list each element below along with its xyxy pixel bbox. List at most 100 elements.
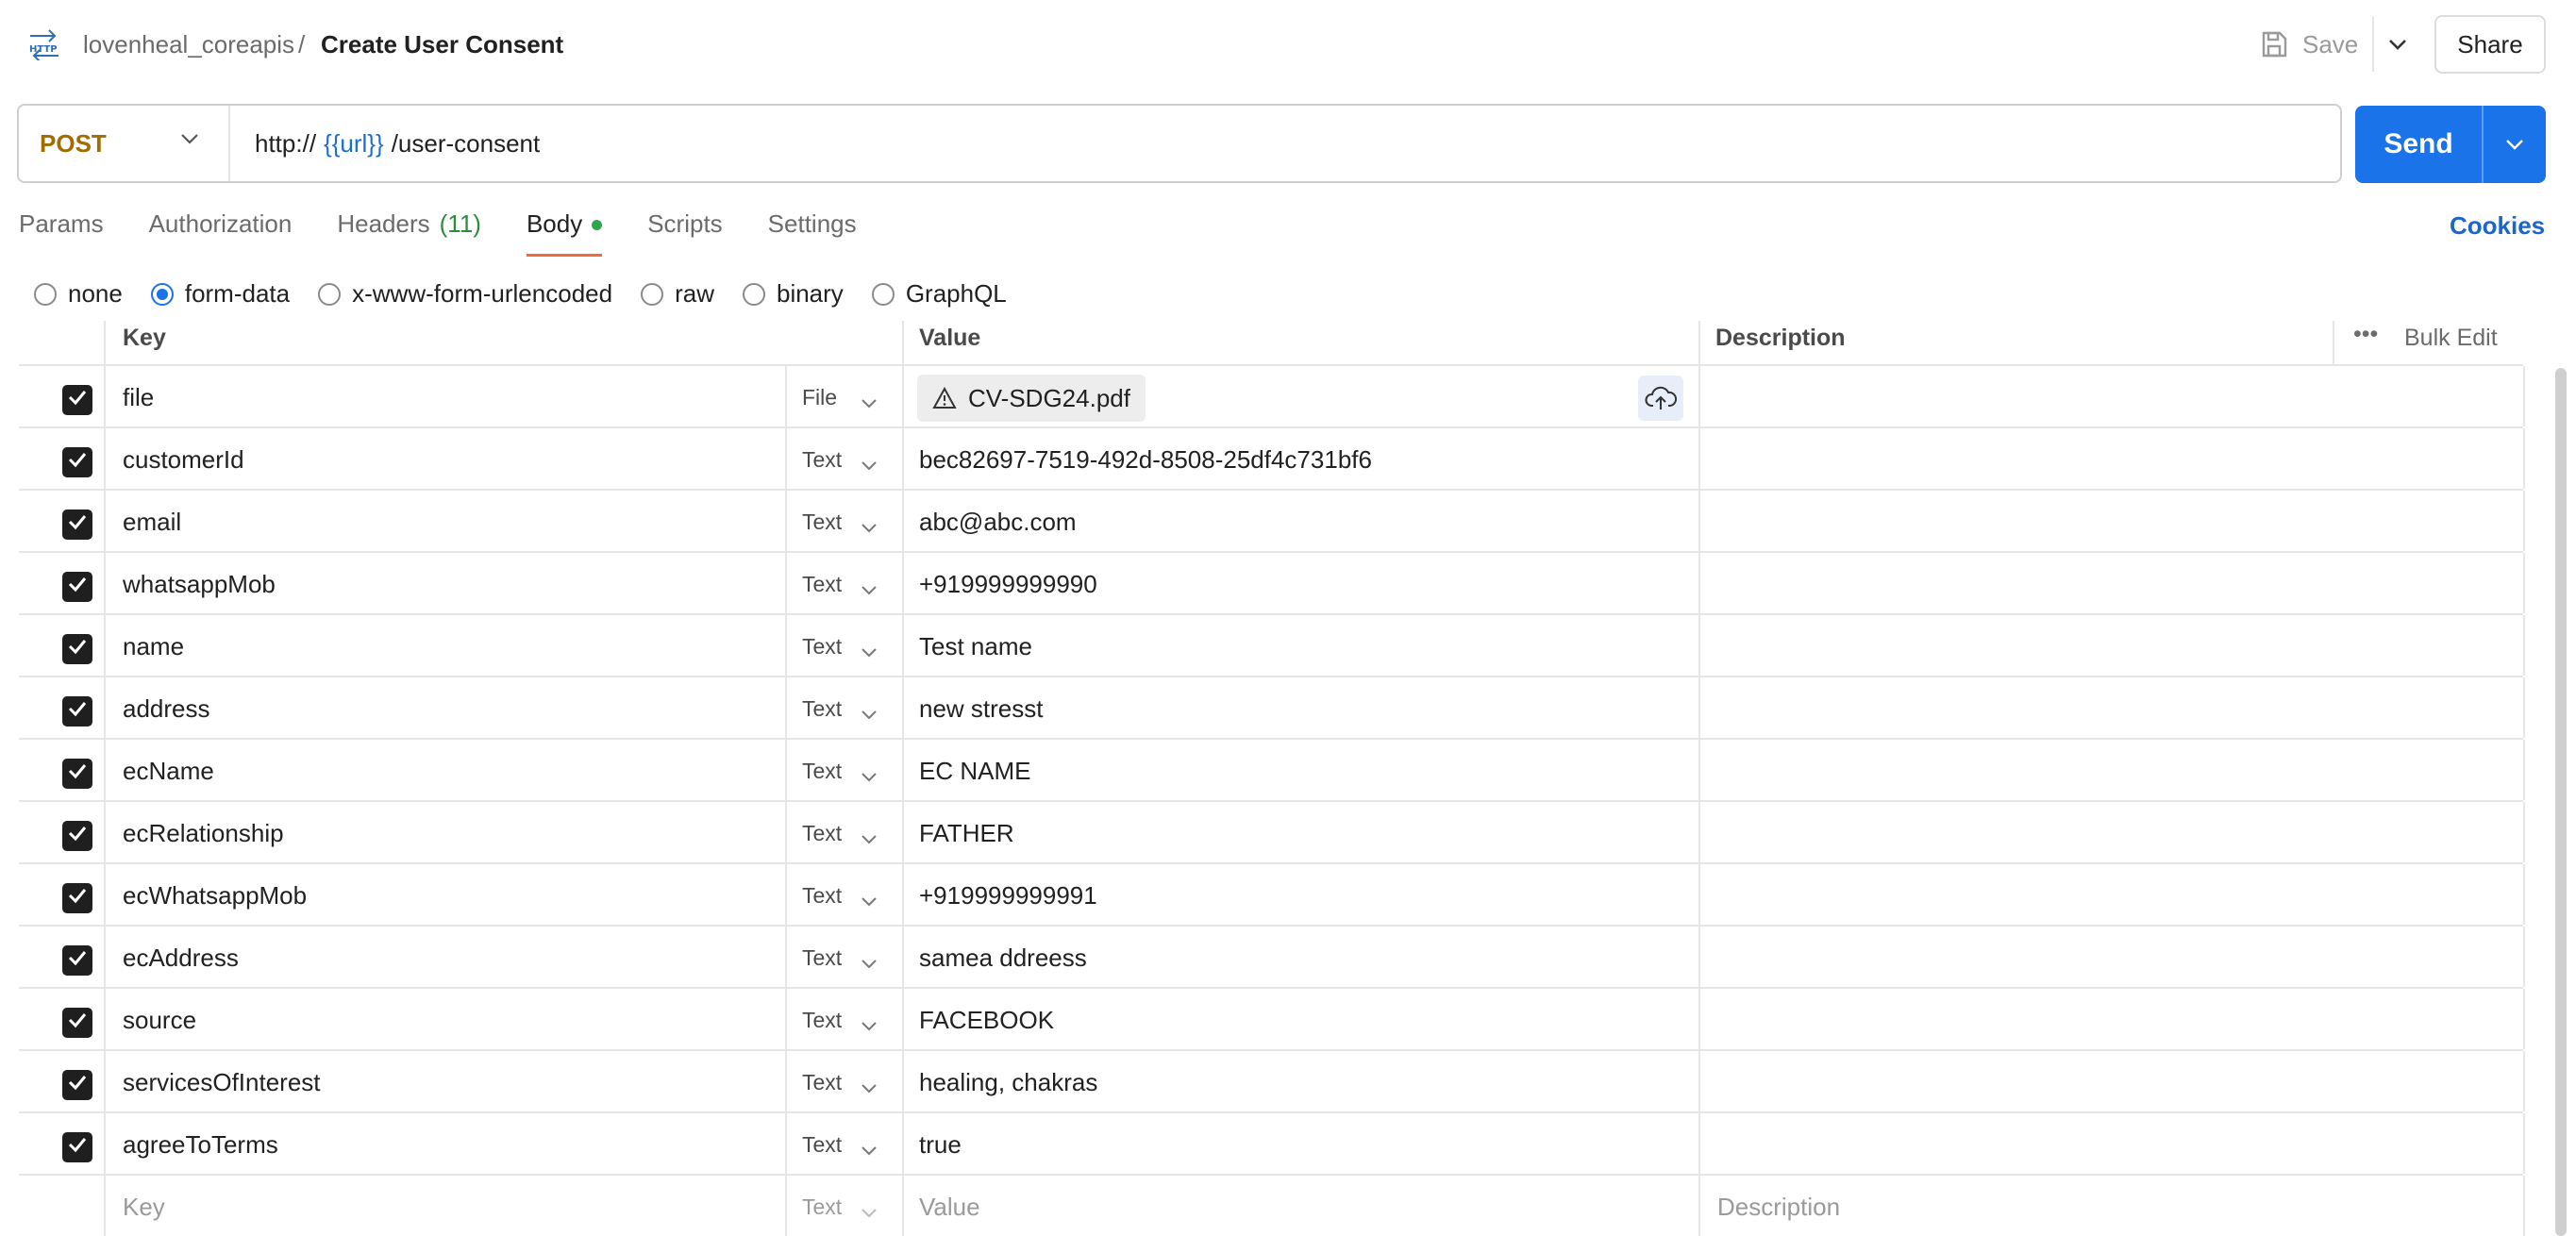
type-select[interactable]: Text xyxy=(802,572,842,597)
share-button[interactable]: Share xyxy=(2434,15,2546,74)
key-cell[interactable]: address xyxy=(123,694,210,724)
radio-circle[interactable] xyxy=(871,282,895,306)
send-options-button[interactable] xyxy=(2484,106,2546,183)
row-checkbox[interactable] xyxy=(62,883,92,913)
tab-body[interactable]: Body xyxy=(526,209,603,257)
row-checkbox[interactable] xyxy=(62,1008,92,1038)
upload-file-button[interactable] xyxy=(1638,376,1683,421)
value-cell[interactable]: true xyxy=(919,1130,962,1160)
key-cell[interactable]: customerId xyxy=(123,445,244,475)
type-select[interactable]: File xyxy=(802,385,837,410)
tab-scripts[interactable]: Scripts xyxy=(647,209,722,257)
tab-headers[interactable]: Headers (11) xyxy=(337,209,481,257)
scrollbar-thumb[interactable] xyxy=(2555,368,2567,1236)
row-checkbox[interactable] xyxy=(62,759,92,789)
type-select[interactable]: Text xyxy=(802,1070,842,1095)
chevron-down-icon[interactable] xyxy=(861,1072,878,1101)
more-options-icon[interactable]: ••• xyxy=(2353,321,2378,348)
key-cell[interactable]: ecWhatsappMob xyxy=(123,881,307,910)
method-select[interactable]: POST xyxy=(19,106,230,181)
type-select[interactable]: Text xyxy=(802,447,842,473)
chevron-down-icon[interactable] xyxy=(861,698,878,727)
type-select[interactable]: Text xyxy=(802,634,842,660)
chevron-down-icon[interactable] xyxy=(861,387,878,416)
chevron-down-icon[interactable] xyxy=(861,511,878,541)
url-variable[interactable]: {{url}} xyxy=(324,129,384,159)
key-cell[interactable]: source xyxy=(123,1006,196,1035)
chevron-down-icon[interactable] xyxy=(861,760,878,790)
key-cell[interactable]: whatsappMob xyxy=(123,570,276,599)
value-cell[interactable]: healing, chakras xyxy=(919,1068,1097,1097)
bulk-edit-button[interactable]: Bulk Edit xyxy=(2404,325,2498,352)
save-button[interactable]: Save xyxy=(2259,25,2358,64)
description-input[interactable]: Description xyxy=(1717,1193,1840,1222)
save-options-button[interactable] xyxy=(2382,26,2414,62)
radio-none[interactable]: none xyxy=(34,279,123,309)
row-checkbox[interactable] xyxy=(62,572,92,602)
radio-graphql[interactable]: GraphQL xyxy=(871,279,1007,309)
type-select[interactable]: Text xyxy=(802,945,842,971)
value-cell[interactable]: abc@abc.com xyxy=(919,508,1077,537)
tab-params[interactable]: Params xyxy=(19,209,104,257)
radio-raw[interactable]: raw xyxy=(641,279,714,309)
file-chip[interactable]: CV-SDG24.pdf xyxy=(917,375,1146,422)
value-cell[interactable]: FACEBOOK xyxy=(919,1006,1054,1035)
value-cell[interactable]: FATHER xyxy=(919,819,1014,848)
chevron-down-icon[interactable] xyxy=(861,636,878,665)
row-checkbox[interactable] xyxy=(62,945,92,976)
row-checkbox[interactable] xyxy=(62,385,92,415)
key-cell[interactable]: agreeToTerms xyxy=(123,1130,278,1160)
chevron-down-icon[interactable] xyxy=(861,574,878,603)
chevron-down-icon[interactable] xyxy=(861,1010,878,1039)
type-select[interactable]: Text xyxy=(802,1008,842,1033)
row-checkbox[interactable] xyxy=(62,509,92,540)
type-select[interactable]: Text xyxy=(802,1132,842,1158)
breadcrumb-collection[interactable]: lovenheal_coreapis xyxy=(83,28,294,60)
row-checkbox[interactable] xyxy=(62,696,92,727)
chevron-down-icon[interactable] xyxy=(861,947,878,977)
row-checkbox[interactable] xyxy=(62,821,92,851)
chevron-down-icon[interactable] xyxy=(861,1134,878,1163)
chevron-down-icon[interactable] xyxy=(861,1196,878,1226)
cookies-link[interactable]: Cookies xyxy=(2450,211,2545,241)
type-select[interactable]: Text xyxy=(802,821,842,846)
radio-circle[interactable] xyxy=(34,282,57,306)
chevron-down-icon[interactable] xyxy=(861,449,878,478)
type-select[interactable]: Text xyxy=(802,1194,842,1220)
radio-circle[interactable] xyxy=(150,282,174,306)
tab-settings[interactable]: Settings xyxy=(768,209,857,257)
row-checkbox[interactable] xyxy=(62,1132,92,1162)
key-cell[interactable]: file xyxy=(123,383,154,412)
value-input[interactable]: Value xyxy=(919,1193,980,1222)
row-checkbox[interactable] xyxy=(62,1070,92,1100)
type-select[interactable]: Text xyxy=(802,759,842,784)
row-checkbox[interactable] xyxy=(62,447,92,477)
value-cell[interactable]: new stresst xyxy=(919,694,1044,724)
key-cell[interactable]: servicesOfInterest xyxy=(123,1068,321,1097)
radio-circle[interactable] xyxy=(641,282,664,306)
url-input[interactable]: http:// {{url}} /user-consent xyxy=(230,129,540,159)
radio-circle[interactable] xyxy=(318,282,342,306)
row-checkbox[interactable] xyxy=(62,634,92,664)
value-cell[interactable]: EC NAME xyxy=(919,757,1030,786)
radio-binary[interactable]: binary xyxy=(742,279,844,309)
tab-authorization[interactable]: Authorization xyxy=(149,209,293,257)
send-button[interactable]: Send xyxy=(2355,106,2484,183)
type-select[interactable]: Text xyxy=(802,883,842,909)
chevron-down-icon[interactable] xyxy=(861,885,878,914)
radio-circle[interactable] xyxy=(742,282,765,306)
value-cell[interactable]: +919999999990 xyxy=(919,570,1097,599)
value-cell[interactable]: Test name xyxy=(919,632,1032,661)
value-cell[interactable]: samea ddreess xyxy=(919,944,1087,973)
request-title[interactable]: Create User Consent xyxy=(321,28,563,60)
key-cell[interactable]: ecAddress xyxy=(123,944,239,973)
value-cell[interactable]: bec82697-7519-492d-8508-25df4c731bf6 xyxy=(919,445,1372,475)
type-select[interactable]: Text xyxy=(802,696,842,722)
key-input[interactable]: Key xyxy=(123,1193,165,1222)
key-cell[interactable]: ecRelationship xyxy=(123,819,284,848)
key-cell[interactable]: name xyxy=(123,632,184,661)
key-cell[interactable]: ecName xyxy=(123,757,214,786)
radio-x-www-form-urlencoded[interactable]: x-www-form-urlencoded xyxy=(318,279,612,309)
type-select[interactable]: Text xyxy=(802,509,842,535)
key-cell[interactable]: email xyxy=(123,508,181,537)
